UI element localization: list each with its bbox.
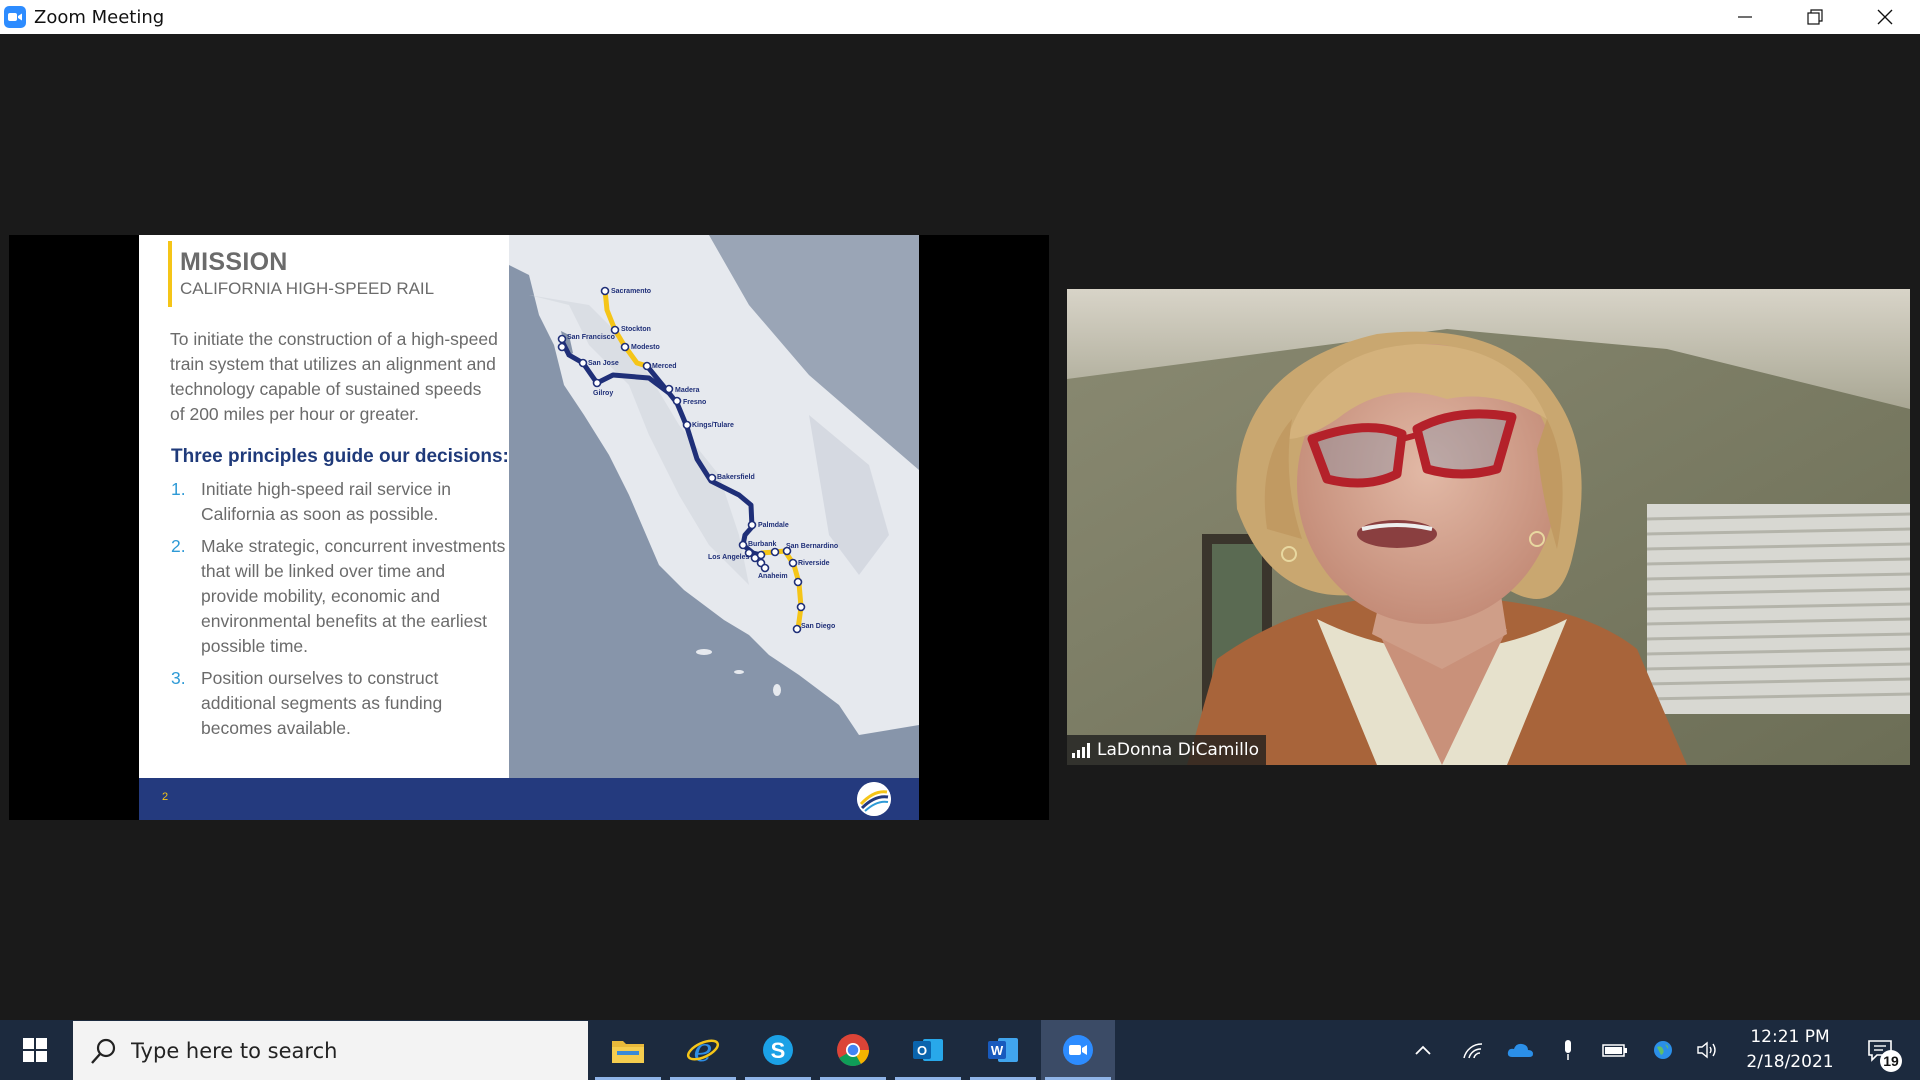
list-item: 1. Initiate high-speed rail service in Ca… bbox=[171, 479, 451, 524]
internet-explorer-icon: e bbox=[686, 1033, 720, 1067]
taskbar-skype[interactable]: S bbox=[741, 1020, 815, 1080]
slide-title: MISSION bbox=[180, 248, 288, 276]
word-icon: W bbox=[988, 1038, 1018, 1062]
globe-icon bbox=[1654, 1041, 1672, 1059]
tray-onedrive[interactable] bbox=[1500, 1020, 1540, 1080]
city-label: Fresno bbox=[683, 399, 706, 406]
city-label: Gilroy bbox=[593, 390, 613, 397]
city-label: Anaheim bbox=[758, 573, 788, 580]
presentation-slide: MISSION CALIFORNIA HIGH-SPEED RAIL To in… bbox=[139, 235, 919, 820]
windows-logo-icon bbox=[23, 1038, 47, 1062]
rail-route-map: Sacramento Stockton Modesto Merced San F… bbox=[509, 235, 919, 778]
participant-video-feed bbox=[1067, 289, 1910, 765]
taskbar-outlook[interactable]: O bbox=[891, 1020, 965, 1080]
city-label: Sacramento bbox=[611, 288, 651, 295]
mission-description: To initiate the construction of a high-s… bbox=[170, 329, 498, 424]
california-map: Sacramento Stockton Modesto Merced San F… bbox=[509, 235, 919, 778]
windows-taskbar: e S O W bbox=[0, 1020, 1920, 1080]
start-button[interactable] bbox=[0, 1020, 70, 1080]
taskbar-search-box[interactable] bbox=[73, 1021, 588, 1080]
taskbar-internet-explorer[interactable]: e bbox=[666, 1020, 740, 1080]
city-label: San Francisco bbox=[567, 334, 615, 341]
taskbar-chrome[interactable] bbox=[816, 1020, 890, 1080]
chrome-icon bbox=[837, 1034, 870, 1067]
clock-time: 12:21 PM bbox=[1750, 1027, 1830, 1047]
tray-network[interactable] bbox=[1455, 1020, 1491, 1080]
show-hidden-icons-button[interactable] bbox=[1405, 1020, 1441, 1080]
onedrive-cloud-icon bbox=[1507, 1043, 1533, 1057]
city-label: Kings/Tulare bbox=[692, 422, 734, 429]
speaker-volume-icon bbox=[1697, 1041, 1716, 1059]
meeting-area: MISSION CALIFORNIA HIGH-SPEED RAIL To in… bbox=[0, 34, 1920, 1020]
rail-authority-logo bbox=[857, 782, 891, 816]
window-title: Zoom Meeting bbox=[34, 6, 165, 28]
tray-microphone[interactable] bbox=[1550, 1020, 1586, 1080]
close-button[interactable] bbox=[1850, 0, 1920, 34]
participant-name-tag: LaDonna DiCamillo bbox=[1067, 735, 1266, 765]
wifi-icon bbox=[1463, 1043, 1483, 1059]
tray-battery[interactable] bbox=[1595, 1020, 1635, 1080]
search-icon bbox=[91, 1038, 116, 1064]
chevron-up-icon bbox=[1415, 1045, 1431, 1055]
svg-text:S: S bbox=[771, 1038, 786, 1063]
restore-icon bbox=[1807, 9, 1823, 25]
principles-heading: Three principles guide our decisions: bbox=[171, 446, 509, 467]
principles-list: 1. Initiate high-speed rail service in Ca… bbox=[171, 477, 506, 748]
shared-screen[interactable]: MISSION CALIFORNIA HIGH-SPEED RAIL To in… bbox=[9, 235, 1049, 820]
city-label: Bakersfield bbox=[717, 474, 755, 481]
city-label: San Jose bbox=[588, 360, 619, 367]
tray-language[interactable] bbox=[1645, 1020, 1681, 1080]
list-item: 3. Position ourselves to construct additi… bbox=[171, 668, 443, 738]
accent-bar bbox=[168, 241, 172, 307]
slide-page-number: 2 bbox=[162, 791, 169, 803]
list-item: 2. Make strategic, concurrent investments… bbox=[171, 536, 506, 656]
city-label: Madera bbox=[675, 387, 700, 394]
participant-name: LaDonna DiCamillo bbox=[1097, 740, 1259, 760]
taskbar-clock[interactable]: 12:21 PM 2/18/2021 bbox=[1725, 1020, 1855, 1080]
search-input[interactable] bbox=[131, 1038, 531, 1063]
tray-volume[interactable] bbox=[1690, 1020, 1726, 1080]
slide-footer: 2 bbox=[139, 778, 919, 820]
file-explorer-icon bbox=[612, 1041, 644, 1063]
minimize-icon bbox=[1738, 16, 1752, 18]
city-label: Burbank bbox=[748, 541, 777, 548]
clock-date: 2/18/2021 bbox=[1746, 1052, 1834, 1072]
city-label: Stockton bbox=[621, 326, 651, 333]
svg-text:e: e bbox=[694, 1033, 713, 1067]
city-label: San Bernardino bbox=[786, 543, 838, 550]
outlook-icon: O bbox=[913, 1039, 943, 1061]
svg-text:W: W bbox=[991, 1043, 1004, 1058]
city-label: Palmdale bbox=[758, 522, 789, 529]
city-label: Merced bbox=[652, 363, 677, 370]
slide-subtitle: CALIFORNIA HIGH-SPEED RAIL bbox=[180, 279, 435, 298]
participant-video[interactable]: LaDonna DiCamillo bbox=[1067, 289, 1910, 765]
microphone-icon bbox=[1565, 1040, 1571, 1060]
connection-signal-icon bbox=[1072, 742, 1090, 758]
restore-button[interactable] bbox=[1780, 0, 1850, 34]
slide-text-panel: MISSION CALIFORNIA HIGH-SPEED RAIL To in… bbox=[139, 235, 509, 778]
city-label: Los Angeles bbox=[708, 554, 749, 561]
city-label: Modesto bbox=[631, 344, 660, 351]
zoom-app-icon bbox=[4, 6, 26, 28]
minimize-button[interactable] bbox=[1710, 0, 1780, 34]
taskbar-file-explorer[interactable] bbox=[591, 1020, 665, 1080]
taskbar-word[interactable]: W bbox=[966, 1020, 1040, 1080]
notification-count-badge: 19 bbox=[1880, 1050, 1902, 1072]
zoom-icon bbox=[1063, 1035, 1093, 1065]
window-titlebar: Zoom Meeting bbox=[0, 0, 1920, 34]
city-label: San Diego bbox=[801, 623, 835, 630]
battery-icon bbox=[1602, 1044, 1627, 1057]
city-label: Riverside bbox=[798, 560, 830, 567]
action-center-button[interactable] bbox=[1855, 1020, 1905, 1080]
taskbar-zoom[interactable] bbox=[1041, 1020, 1115, 1080]
svg-text:O: O bbox=[917, 1043, 927, 1058]
close-icon bbox=[1877, 9, 1893, 25]
skype-icon: S bbox=[763, 1035, 793, 1065]
